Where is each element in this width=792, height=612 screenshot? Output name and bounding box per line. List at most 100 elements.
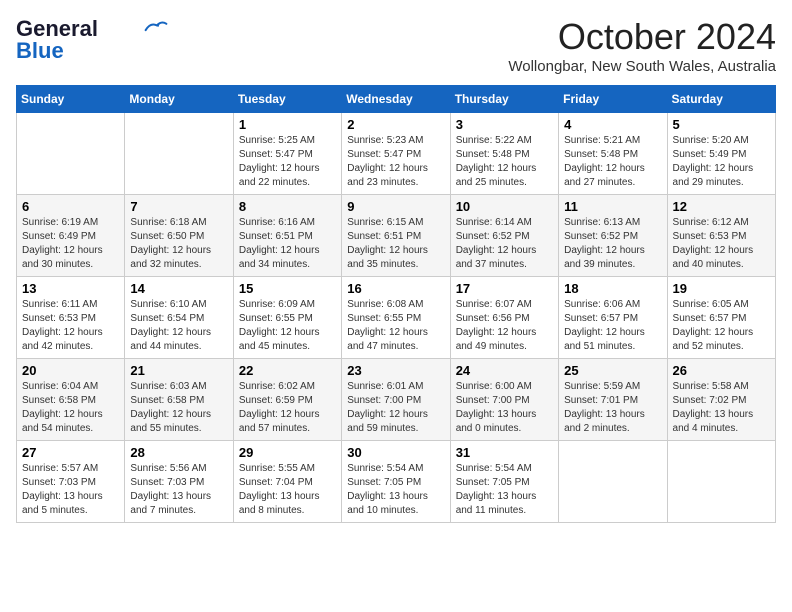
calendar-week-row: 27 Sunrise: 5:57 AMSunset: 7:03 PMDayligh… [17,441,776,523]
day-info: Sunrise: 6:14 AMSunset: 6:52 PMDaylight:… [456,216,553,272]
day-info: Sunrise: 5:56 AMSunset: 7:03 PMDaylight:… [130,462,227,518]
logo-blue: Blue [16,38,64,64]
calendar-cell: 28 Sunrise: 5:56 AMSunset: 7:03 PMDayligh… [125,441,233,523]
day-number: 1 [239,117,336,132]
day-number: 2 [347,117,444,132]
day-number: 17 [456,281,553,296]
day-number: 23 [347,363,444,378]
calendar-cell: 30 Sunrise: 5:54 AMSunset: 7:05 PMDayligh… [342,441,450,523]
calendar-cell: 1 Sunrise: 5:25 AMSunset: 5:47 PMDaylight… [233,113,341,195]
day-number: 25 [564,363,661,378]
calendar-cell: 16 Sunrise: 6:08 AMSunset: 6:55 PMDayligh… [342,277,450,359]
page-header: General Blue October 2024 Wollongbar, Ne… [16,16,776,75]
calendar-cell: 6 Sunrise: 6:19 AMSunset: 6:49 PMDaylight… [17,195,125,277]
day-number: 30 [347,445,444,460]
day-info: Sunrise: 6:01 AMSunset: 7:00 PMDaylight:… [347,380,444,436]
day-header-tuesday: Tuesday [233,86,341,113]
calendar-cell [667,441,775,523]
day-number: 10 [456,199,553,214]
calendar-cell: 8 Sunrise: 6:16 AMSunset: 6:51 PMDaylight… [233,195,341,277]
day-info: Sunrise: 5:59 AMSunset: 7:01 PMDaylight:… [564,380,661,436]
day-number: 8 [239,199,336,214]
month-title: October 2024 [508,16,776,58]
calendar-week-row: 20Sunrise: 6:04 AMSunset: 6:58 PMDayligh… [17,359,776,441]
logo-bird-icon [144,18,168,36]
calendar-cell: 17 Sunrise: 6:07 AMSunset: 6:56 PMDayligh… [450,277,558,359]
calendar-cell: 4 Sunrise: 5:21 AMSunset: 5:48 PMDaylight… [559,113,667,195]
day-number: 4 [564,117,661,132]
calendar-week-row: 1 Sunrise: 5:25 AMSunset: 5:47 PMDaylight… [17,113,776,195]
calendar-cell: 14 Sunrise: 6:10 AMSunset: 6:54 PMDayligh… [125,277,233,359]
calendar-cell: 23 Sunrise: 6:01 AMSunset: 7:00 PMDayligh… [342,359,450,441]
calendar-table: SundayMondayTuesdayWednesdayThursdayFrid… [16,85,776,523]
day-info: Sunrise: 6:12 AMSunset: 6:53 PMDaylight:… [673,216,770,272]
day-info: Sunrise: 6:08 AMSunset: 6:55 PMDaylight:… [347,298,444,354]
day-info: Sunrise: 6:19 AMSunset: 6:49 PMDaylight:… [22,216,119,272]
calendar-cell: 22 Sunrise: 6:02 AMSunset: 6:59 PMDayligh… [233,359,341,441]
calendar-cell: 12 Sunrise: 6:12 AMSunset: 6:53 PMDayligh… [667,195,775,277]
day-info: Sunrise: 6:02 AMSunset: 6:59 PMDaylight:… [239,380,336,436]
day-info: Sunrise: 6:09 AMSunset: 6:55 PMDaylight:… [239,298,336,354]
day-header-friday: Friday [559,86,667,113]
calendar-cell: 25 Sunrise: 5:59 AMSunset: 7:01 PMDayligh… [559,359,667,441]
day-number: 15 [239,281,336,296]
day-number: 24 [456,363,553,378]
day-number: 27 [22,445,119,460]
day-number: 26 [673,363,770,378]
day-header-sunday: Sunday [17,86,125,113]
day-number: 22 [239,363,336,378]
day-number: 16 [347,281,444,296]
day-number: 12 [673,199,770,214]
day-number: 18 [564,281,661,296]
day-info: Sunrise: 5:20 AMSunset: 5:49 PMDaylight:… [673,134,770,190]
calendar-cell: 31 Sunrise: 5:54 AMSunset: 7:05 PMDayligh… [450,441,558,523]
day-info: Sunrise: 5:23 AMSunset: 5:47 PMDaylight:… [347,134,444,190]
day-number: 29 [239,445,336,460]
calendar-header-row: SundayMondayTuesdayWednesdayThursdayFrid… [17,86,776,113]
logo: General Blue [16,16,168,64]
day-info: Sunrise: 6:15 AMSunset: 6:51 PMDaylight:… [347,216,444,272]
day-info: Sunrise: 6:10 AMSunset: 6:54 PMDaylight:… [130,298,227,354]
calendar-cell: 21Sunrise: 6:03 AMSunset: 6:58 PMDayligh… [125,359,233,441]
calendar-cell: 13 Sunrise: 6:11 AMSunset: 6:53 PMDayligh… [17,277,125,359]
day-info: Sunrise: 5:25 AMSunset: 5:47 PMDaylight:… [239,134,336,190]
day-number: 19 [673,281,770,296]
day-info: Sunrise: 5:58 AMSunset: 7:02 PMDaylight:… [673,380,770,436]
day-number: 7 [130,199,227,214]
calendar-cell [125,113,233,195]
day-number: 20 [22,363,119,378]
day-header-wednesday: Wednesday [342,86,450,113]
day-info: Sunrise: 6:06 AMSunset: 6:57 PMDaylight:… [564,298,661,354]
day-info: Sunrise: 5:54 AMSunset: 7:05 PMDaylight:… [456,462,553,518]
day-info: Sunrise: 6:11 AMSunset: 6:53 PMDaylight:… [22,298,119,354]
day-info: Sunrise: 5:55 AMSunset: 7:04 PMDaylight:… [239,462,336,518]
day-header-saturday: Saturday [667,86,775,113]
calendar-cell: 24 Sunrise: 6:00 AMSunset: 7:00 PMDayligh… [450,359,558,441]
calendar-cell: 19Sunrise: 6:05 AMSunset: 6:57 PMDayligh… [667,277,775,359]
day-number: 9 [347,199,444,214]
day-number: 14 [130,281,227,296]
calendar-cell: 2 Sunrise: 5:23 AMSunset: 5:47 PMDaylight… [342,113,450,195]
calendar-cell: 11Sunrise: 6:13 AMSunset: 6:52 PMDayligh… [559,195,667,277]
calendar-cell: 27 Sunrise: 5:57 AMSunset: 7:03 PMDayligh… [17,441,125,523]
day-number: 31 [456,445,553,460]
day-info: Sunrise: 6:07 AMSunset: 6:56 PMDaylight:… [456,298,553,354]
calendar-cell: 7 Sunrise: 6:18 AMSunset: 6:50 PMDaylight… [125,195,233,277]
calendar-cell: 26 Sunrise: 5:58 AMSunset: 7:02 PMDayligh… [667,359,775,441]
day-info: Sunrise: 5:57 AMSunset: 7:03 PMDaylight:… [22,462,119,518]
day-header-thursday: Thursday [450,86,558,113]
day-number: 5 [673,117,770,132]
day-info: Sunrise: 6:00 AMSunset: 7:00 PMDaylight:… [456,380,553,436]
day-number: 6 [22,199,119,214]
calendar-cell: 20Sunrise: 6:04 AMSunset: 6:58 PMDayligh… [17,359,125,441]
day-info: Sunrise: 6:16 AMSunset: 6:51 PMDaylight:… [239,216,336,272]
day-number: 28 [130,445,227,460]
day-number: 13 [22,281,119,296]
calendar-cell: 5 Sunrise: 5:20 AMSunset: 5:49 PMDaylight… [667,113,775,195]
day-info: Sunrise: 6:18 AMSunset: 6:50 PMDaylight:… [130,216,227,272]
calendar-week-row: 6 Sunrise: 6:19 AMSunset: 6:49 PMDaylight… [17,195,776,277]
day-info: Sunrise: 5:21 AMSunset: 5:48 PMDaylight:… [564,134,661,190]
location-subtitle: Wollongbar, New South Wales, Australia [508,58,776,75]
day-number: 3 [456,117,553,132]
day-info: Sunrise: 5:54 AMSunset: 7:05 PMDaylight:… [347,462,444,518]
